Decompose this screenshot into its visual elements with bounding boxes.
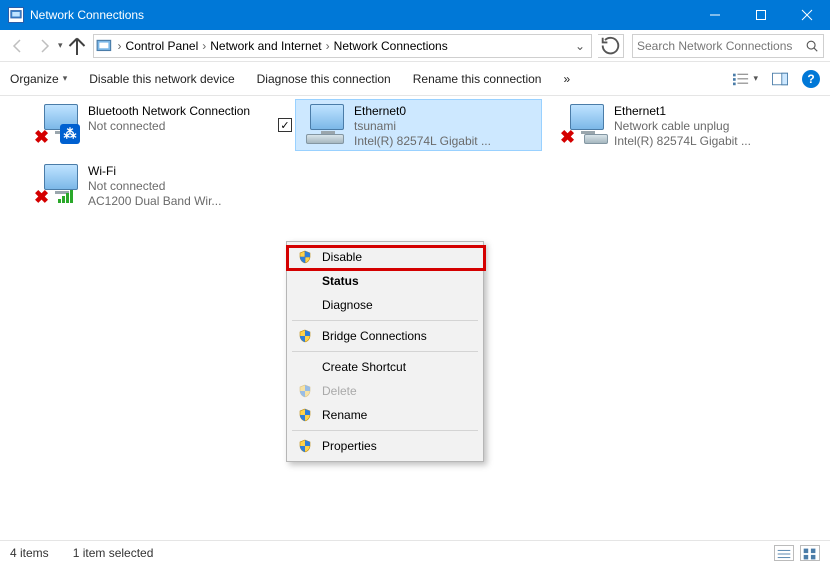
adapters-pane: ✖ ⁂ Bluetooth Network Connection Not con… — [0, 96, 830, 540]
adapter-device: Intel(R) 82574L Gigabit ... — [354, 134, 491, 149]
adapter-icon: ✖ — [36, 164, 84, 204]
breadcrumb-control-panel[interactable]: Control Panel — [124, 39, 201, 53]
help-button[interactable]: ? — [802, 70, 820, 88]
wifi-icon — [58, 186, 78, 206]
adapter-bluetooth[interactable]: ✖ ⁂ Bluetooth Network Connection Not con… — [30, 100, 275, 150]
status-bar: 4 items 1 item selected — [0, 540, 830, 564]
status-selected-count: 1 item selected — [73, 546, 154, 560]
disconnected-x-icon: ✖ — [34, 187, 49, 208]
adapter-name: Bluetooth Network Connection — [88, 104, 250, 119]
minimize-button[interactable] — [692, 0, 738, 30]
ctx-properties[interactable]: Properties — [290, 434, 480, 458]
disconnected-x-icon: ✖ — [560, 127, 575, 148]
ctx-label: Diagnose — [322, 298, 373, 312]
ctx-label: Create Shortcut — [322, 360, 406, 374]
app-icon — [8, 7, 24, 23]
disable-device-button[interactable]: Disable this network device — [89, 72, 234, 86]
large-icons-view-button[interactable] — [800, 545, 820, 561]
ctx-label: Rename — [322, 408, 367, 422]
adapter-status: Network cable unplug — [614, 119, 751, 134]
address-dropdown[interactable]: ⌄ — [571, 39, 589, 53]
ctx-status[interactable]: Status — [290, 269, 480, 293]
adapter-status: tsunami — [354, 119, 491, 134]
ctx-bridge[interactable]: Bridge Connections — [290, 324, 480, 348]
separator — [292, 351, 478, 352]
rename-connection-button[interactable]: Rename this connection — [413, 72, 542, 86]
adapter-status: Not connected — [88, 119, 250, 134]
shield-icon — [298, 329, 312, 343]
ctx-label: Properties — [322, 439, 377, 453]
breadcrumb-network-internet[interactable]: Network and Internet — [208, 39, 323, 53]
ctx-create-shortcut[interactable]: Create Shortcut — [290, 355, 480, 379]
nav-bar: ▾ › Control Panel › Network and Internet… — [0, 30, 830, 62]
adapter-icon: ✖ — [562, 104, 610, 144]
back-button[interactable] — [6, 34, 30, 58]
preview-pane-button[interactable] — [772, 71, 788, 87]
forward-button[interactable] — [32, 34, 56, 58]
shield-icon — [298, 384, 312, 398]
window-title: Network Connections — [30, 8, 692, 22]
search-placeholder: Search Network Connections — [637, 39, 805, 53]
adapter-name: Ethernet0 — [354, 104, 491, 119]
adapter-name: Ethernet1 — [614, 104, 751, 119]
shield-icon — [298, 250, 312, 264]
ctx-diagnose[interactable]: Diagnose — [290, 293, 480, 317]
context-menu: Disable Status Diagnose Bridge Connectio… — [286, 241, 484, 462]
shield-icon — [298, 408, 312, 422]
adapter-name: Wi-Fi — [88, 164, 221, 179]
refresh-button[interactable] — [598, 34, 624, 58]
disconnected-x-icon: ✖ — [34, 127, 49, 148]
organize-menu[interactable]: Organize▾ — [10, 72, 67, 86]
ctx-delete: Delete — [290, 379, 480, 403]
separator — [292, 430, 478, 431]
command-bar: Organize▾ Disable this network device Di… — [0, 62, 830, 96]
chevron-right-icon[interactable]: › — [116, 39, 124, 53]
details-view-button[interactable] — [774, 545, 794, 561]
ethernet-icon — [306, 134, 344, 144]
up-button[interactable] — [65, 34, 89, 58]
adapter-icon: ✖ ⁂ — [36, 104, 84, 144]
more-commands-button[interactable]: » — [563, 72, 570, 86]
adapter-device: AC1200 Dual Band Wir... — [88, 194, 221, 209]
adapter-icon — [302, 104, 350, 144]
ctx-label: Delete — [322, 384, 357, 398]
shield-icon — [298, 439, 312, 453]
address-icon — [96, 37, 114, 55]
adapter-ethernet1[interactable]: ✖ Ethernet1 Network cable unplug Intel(R… — [556, 100, 801, 150]
recent-locations-dropdown[interactable]: ▾ — [58, 40, 63, 51]
separator — [292, 320, 478, 321]
adapter-device: Intel(R) 82574L Gigabit ... — [614, 134, 751, 149]
search-icon — [805, 39, 819, 53]
diagnose-connection-button[interactable]: Diagnose this connection — [257, 72, 391, 86]
chevron-right-icon[interactable]: › — [200, 39, 208, 53]
ctx-label: Disable — [322, 250, 362, 264]
adapter-checkbox[interactable]: ✓ — [278, 118, 292, 132]
ethernet-icon — [584, 134, 608, 144]
status-item-count: 4 items — [10, 546, 49, 560]
address-bar[interactable]: › Control Panel › Network and Internet ›… — [93, 34, 592, 58]
breadcrumb-network-connections[interactable]: Network Connections — [332, 39, 450, 53]
search-box[interactable]: Search Network Connections — [632, 34, 824, 58]
ctx-disable[interactable]: Disable — [290, 245, 480, 269]
bluetooth-icon: ⁂ — [60, 124, 80, 144]
adapter-wifi[interactable]: ✖ Wi-Fi Not connected AC1200 Dual Band W… — [30, 160, 275, 210]
view-options-button[interactable]: ▾ — [733, 71, 758, 87]
ctx-label: Bridge Connections — [322, 329, 427, 343]
close-button[interactable] — [784, 0, 830, 30]
ctx-rename[interactable]: Rename — [290, 403, 480, 427]
adapter-ethernet0[interactable]: Ethernet0 tsunami Intel(R) 82574L Gigabi… — [296, 100, 541, 150]
chevron-right-icon[interactable]: › — [324, 39, 332, 53]
title-bar: Network Connections — [0, 0, 830, 30]
maximize-button[interactable] — [738, 0, 784, 30]
adapter-status: Not connected — [88, 179, 221, 194]
ctx-label: Status — [322, 274, 359, 288]
